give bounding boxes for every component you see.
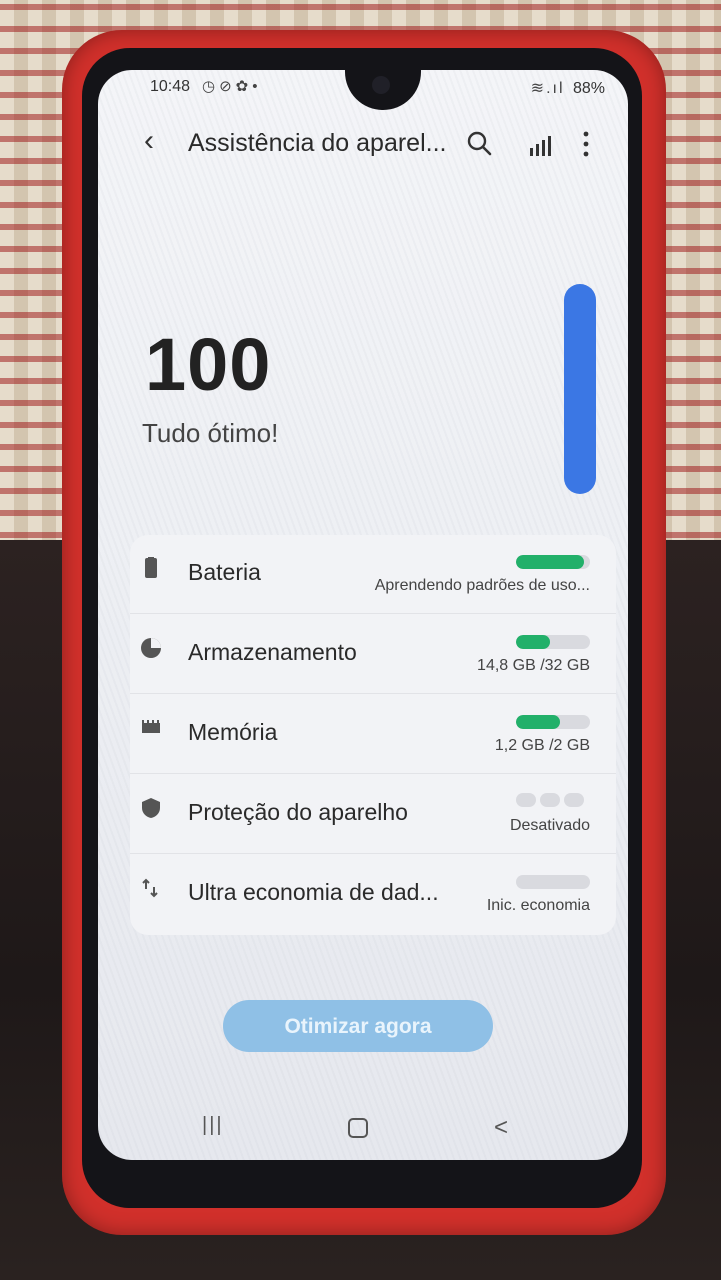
item-label: Ultra economia de dad... [188,879,439,905]
device-score: 100 [145,323,272,406]
notification-icons: ◷⊘✿• [202,78,262,95]
bar-fill [516,715,561,729]
score-status: Tudo ótimo! [142,418,279,448]
item-status: Desativado [509,817,590,834]
navigation-bar: ||| < [150,1108,570,1148]
bar-fill [516,555,585,569]
storage-bar [516,635,590,649]
bar-fill [516,635,551,649]
list-item-memory[interactable]: Memória 1,2 GB /2 GB [130,695,616,774]
list-item-battery[interactable]: Bateria Aprendendo padrões de uso... [130,535,616,614]
item-label: Bateria [188,559,261,585]
data-saver-icon [142,878,158,898]
memory-bar [516,715,590,729]
protection-indicator [512,793,590,807]
indicator-dot [564,793,584,807]
indicator-dot [540,793,560,807]
battery-icon [145,557,157,578]
wifi-signal-icon: ≋.ıl [530,80,565,97]
memory-icon [142,720,160,733]
list-item-data-saver[interactable]: Ultra economia de dad... Inic. economia [130,855,616,933]
home-icon[interactable] [348,1118,368,1138]
storage-icon [141,638,161,658]
item-label: Memória [188,719,278,745]
battery-percentage: 88% [572,80,605,97]
page-title: Assistência do aparel... [188,129,447,157]
data-saver-bar [516,875,590,889]
status-time: 10:48 [150,78,191,95]
item-status: 14,8 GB /32 GB [477,657,590,674]
list-item-storage[interactable]: Armazenamento 14,8 GB /32 GB [130,615,616,694]
item-label: Proteção do aparelho [188,799,408,825]
search-icon[interactable] [466,130,492,156]
app-header: ‹ Assistência do aparel... [140,122,610,170]
recent-apps-icon[interactable]: ||| [202,1114,224,1137]
item-status: 1,2 GB /2 GB [494,737,590,754]
care-items-list: Bateria Aprendendo padrões de uso... Arm… [130,535,616,935]
optimize-now-button[interactable]: Otimizar agora [223,1000,493,1052]
item-label: Armazenamento [188,639,357,665]
signal-bars-icon[interactable] [528,134,552,158]
item-status: Aprendendo padrões de uso... [374,577,590,594]
score-level-bar [564,284,596,494]
list-item-protection[interactable]: Proteção do aparelho Desativado [130,775,616,854]
item-status: Inic. economia [486,897,590,914]
status-right: ≋.ıl 88% [531,78,605,98]
more-options-icon[interactable] [580,130,592,158]
status-bar: 10:48 ◷⊘✿• ≋.ıl 88% [150,78,605,100]
nav-back-icon[interactable]: < [494,1114,508,1142]
battery-bar [516,555,590,569]
shield-icon [142,798,160,818]
back-arrow-icon[interactable]: ‹ [144,126,154,156]
indicator-dot [516,793,536,807]
